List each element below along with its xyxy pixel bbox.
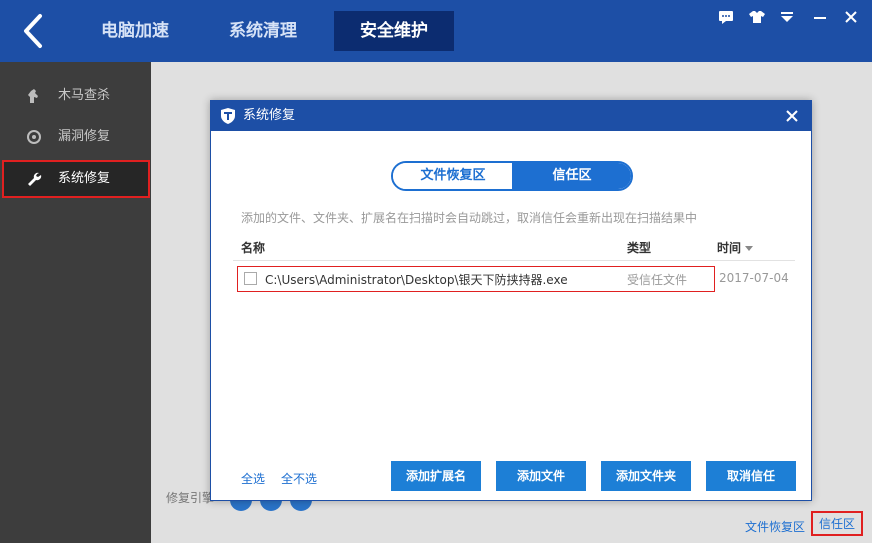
top-bar: 电脑加速 系统清理 安全维护: [0, 0, 872, 62]
table-header: 名称 类型 时间: [233, 235, 795, 261]
sidebar-item-label: 漏洞修复: [58, 129, 111, 144]
file-path: C:\Users\Administrator\Desktop\银天下防挟持器.e…: [265, 273, 568, 287]
sidebar-item-label: 木马查杀: [58, 88, 111, 103]
file-type: 受信任文件: [627, 273, 688, 287]
hint-text: 添加的文件、文件夹、扩展名在扫描时会自动跳过，取消信任会重新出现在扫描结果中: [241, 211, 698, 225]
close-window-button[interactable]: [842, 8, 860, 26]
cancel-trust-button[interactable]: 取消信任: [706, 461, 796, 491]
repair-engine-label: 修复引擎: [166, 491, 215, 505]
column-name: 名称: [241, 241, 266, 255]
sidebar-item-trojan-scan[interactable]: 木马查杀: [0, 77, 151, 115]
sidebar-item-system-repair[interactable]: 系统修复: [2, 160, 150, 198]
column-time[interactable]: 时间: [717, 239, 754, 256]
sort-down-icon: [745, 246, 754, 251]
sidebar-item-label: 系统修复: [58, 171, 111, 186]
skin-button[interactable]: [748, 8, 766, 26]
tab-trust-zone[interactable]: 信任区: [512, 163, 631, 189]
table-row[interactable]: C:\Users\Administrator\Desktop\银天下防挟持器.e…: [233, 263, 795, 295]
tab-file-recovery[interactable]: 文件恢复区: [393, 163, 513, 189]
back-button[interactable]: [14, 10, 54, 52]
add-extension-button[interactable]: 添加扩展名: [391, 461, 481, 491]
sidebar: 木马查杀 漏洞修复 系统修复: [0, 62, 151, 543]
close-icon: [786, 110, 798, 122]
trust-zone-link[interactable]: 信任区: [811, 511, 864, 536]
tab-system-clean[interactable]: 系统清理: [208, 11, 318, 51]
file-recovery-link[interactable]: 文件恢复区: [745, 518, 805, 535]
close-icon: [845, 11, 857, 23]
dialog-title: 系统修复: [243, 108, 296, 123]
horse-icon: [28, 89, 38, 103]
wrench-icon: [28, 172, 42, 186]
shirt-icon: [749, 11, 765, 23]
row-checkbox[interactable]: [244, 272, 257, 285]
column-time-label: 时间: [717, 241, 742, 255]
dialog-title-bar: 系统修复: [211, 101, 811, 131]
select-none-link[interactable]: 全不选: [281, 470, 317, 487]
sidebar-item-vuln-fix[interactable]: 漏洞修复: [0, 118, 151, 156]
tab-security[interactable]: 安全维护: [334, 11, 454, 51]
shield-logo-icon: [221, 108, 235, 124]
select-all-link[interactable]: 全选: [241, 470, 265, 487]
tab-pc-speedup[interactable]: 电脑加速: [80, 11, 190, 51]
minimize-icon: [814, 17, 826, 19]
target-icon: [27, 130, 41, 144]
minimize-button[interactable]: [811, 8, 829, 26]
chevron-left-icon: [24, 14, 42, 48]
feedback-button[interactable]: [717, 8, 735, 26]
menu-down-icon: [781, 12, 793, 22]
add-file-button[interactable]: 添加文件: [496, 461, 586, 491]
file-time: 2017-07-04: [719, 271, 789, 285]
zone-toggle: 文件恢复区 信任区: [391, 161, 633, 191]
system-repair-dialog: 系统修复 文件恢复区 信任区 添加的文件、文件夹、扩展名在扫描时会自动跳过，取消…: [210, 100, 812, 501]
dialog-close-button[interactable]: [783, 107, 801, 125]
column-type: 类型: [627, 241, 652, 255]
add-folder-button[interactable]: 添加文件夹: [601, 461, 691, 491]
menu-button[interactable]: [778, 8, 796, 26]
message-icon: [719, 11, 733, 24]
